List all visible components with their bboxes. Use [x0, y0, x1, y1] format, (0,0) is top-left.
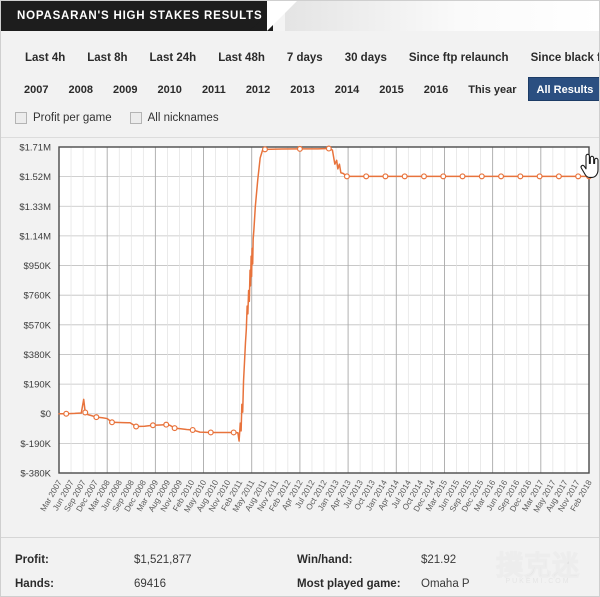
series-data-point-marker[interactable] — [382, 173, 389, 180]
series-data-point-marker[interactable] — [498, 173, 505, 180]
most-played-game-label: Most played game: — [297, 578, 401, 590]
page-title: NOPASARAN'S HIGH STAKES RESULTS — [17, 10, 263, 22]
chart-canvas[interactable]: $1.71M $1.52M $1.33M $1.14M $950K $760K $570K $… — [1, 139, 600, 537]
period-filter-last-24h[interactable]: Last 24h — [140, 45, 207, 69]
title-banner: NOPASARAN'S HIGH STAKES RESULTS — [1, 1, 599, 31]
y-axis-tick-label: $-190K — [20, 439, 51, 450]
period-filter-row: Last 4h Last 8h Last 24h Last 48h 7 days 30 d… — [1, 43, 599, 71]
x-axis-labels: Mar 2007Jun 2007Sep 2007Dec 2007Mar 2008… — [39, 478, 594, 514]
checkbox-profit-per-game[interactable] — [15, 112, 27, 124]
year-filter-all-results[interactable]: All Results — [527, 77, 599, 101]
year-filter-2016[interactable]: 2016 — [415, 77, 457, 101]
profit-label: Profit: — [15, 554, 49, 566]
year-filter-2013[interactable]: 2013 — [281, 77, 323, 101]
period-filter-7-days[interactable]: 7 days — [277, 45, 333, 69]
series-data-point-marker[interactable] — [189, 426, 196, 433]
year-filter-this-year[interactable]: This year — [459, 77, 525, 101]
series-data-point-marker[interactable] — [163, 421, 170, 428]
period-filter-since-ftp-relaunch[interactable]: Since ftp relaunch — [399, 45, 519, 69]
series-data-point-marker[interactable] — [459, 173, 466, 180]
filter-panel: Last 4h Last 8h Last 24h Last 48h 7 days 30 d… — [1, 31, 599, 138]
hands-label: Hands: — [15, 578, 54, 590]
year-filter-2008[interactable]: 2008 — [59, 77, 101, 101]
y-axis-tick-label: $1.33M — [19, 202, 51, 213]
series-data-point-marker[interactable] — [440, 173, 447, 180]
y-axis-tick-label: $1.14M — [19, 231, 51, 242]
series-data-point-marker[interactable] — [230, 429, 237, 436]
year-filter-row: 2007 2008 2009 2010 2011 2012 2013 2014 2015 2016… — [1, 75, 599, 103]
series-data-point-marker[interactable] — [108, 419, 115, 426]
winhand-label: Win/hand: — [297, 554, 353, 566]
winhand-value: $21.92 — [421, 554, 457, 566]
y-axis-tick-label: $380K — [24, 350, 52, 361]
year-filter-2009[interactable]: 2009 — [104, 77, 146, 101]
year-filter-2015[interactable]: 2015 — [370, 77, 412, 101]
year-filter-2014[interactable]: 2014 — [326, 77, 368, 101]
y-axis-tick-label: $760K — [24, 291, 52, 302]
watermark-subtext: PUKEMI.COM — [505, 578, 571, 585]
y-axis-labels: $1.71M $1.52M $1.33M $1.14M $950K $760K $570K $… — [19, 143, 51, 480]
year-filter-2011[interactable]: 2011 — [193, 77, 235, 101]
year-filter-2012[interactable]: 2012 — [237, 77, 279, 101]
series-data-point-marker[interactable] — [63, 410, 70, 417]
year-filter-2007[interactable]: 2007 — [15, 77, 57, 101]
series-data-point-marker[interactable] — [536, 173, 543, 180]
series-data-point-marker[interactable] — [261, 146, 268, 153]
y-axis-tick-label: $570K — [24, 320, 52, 331]
series-data-point-marker[interactable] — [420, 173, 427, 180]
y-axis-tick-label: $190K — [24, 380, 52, 391]
high-stakes-results-app: NOPASARAN'S HIGH STAKES RESULTS Last 4h L… — [0, 0, 600, 597]
period-filter-last-4h[interactable]: Last 4h — [15, 45, 75, 69]
y-axis-tick-label: $-380K — [20, 469, 51, 480]
option-checkbox-row: Profit per game All nicknames — [15, 107, 237, 129]
series-data-point-marker[interactable] — [555, 173, 562, 180]
year-filter-2010[interactable]: 2010 — [148, 77, 190, 101]
y-axis-tick-label: $950K — [24, 261, 52, 272]
y-axis-tick-label: $0 — [40, 409, 51, 420]
watermark-text: 撲克迷 — [496, 551, 580, 583]
series-data-point-marker[interactable] — [585, 173, 592, 180]
series-data-point-marker[interactable] — [207, 429, 214, 436]
series-data-point-marker[interactable] — [343, 173, 350, 180]
series-data-point-marker[interactable] — [133, 423, 140, 430]
series-data-point-marker[interactable] — [82, 409, 89, 416]
series-data-point-marker[interactable] — [478, 173, 485, 180]
y-axis-tick-label: $1.71M — [19, 143, 51, 154]
period-filter-30-days[interactable]: 30 days — [335, 45, 397, 69]
series-data-point-marker[interactable] — [296, 145, 303, 152]
results-chart[interactable]: $1.71M $1.52M $1.33M $1.14M $950K $760K $570K $… — [1, 139, 600, 537]
most-played-game-value: Omaha P — [421, 578, 470, 590]
checkbox-item-all-nicknames[interactable]: All nicknames — [129, 112, 219, 124]
checkbox-label-profit-per-game: Profit per game — [33, 112, 112, 124]
period-filter-since-black-friday[interactable]: Since black friday — [521, 45, 599, 69]
site-watermark: 撲克迷 PUKEMI.COM — [479, 540, 597, 596]
series-data-point-marker[interactable] — [363, 173, 370, 180]
stats-footer: Profit: $1,521,877 Hands: 69416 Win/hand… — [1, 537, 599, 596]
series-data-point-marker[interactable] — [325, 145, 332, 152]
hands-value: 69416 — [134, 578, 166, 590]
checkbox-all-nicknames[interactable] — [129, 112, 142, 124]
series-data-point-marker[interactable] — [517, 173, 524, 180]
period-filter-last-8h[interactable]: Last 8h — [77, 45, 137, 69]
banner-diagonal-light — [267, 1, 297, 31]
series-data-point-marker[interactable] — [401, 173, 408, 180]
profit-value: $1,521,877 — [134, 554, 192, 566]
series-data-point-marker[interactable] — [575, 173, 582, 180]
y-axis-tick-label: $1.52M — [19, 172, 51, 183]
period-filter-last-48h[interactable]: Last 48h — [208, 45, 275, 69]
series-data-point-marker[interactable] — [93, 414, 100, 421]
checkbox-label-all-nicknames: All nicknames — [147, 112, 219, 124]
series-data-point-marker[interactable] — [149, 422, 156, 429]
banner-gradient-block — [285, 1, 599, 31]
checkbox-item-profit-per-game[interactable]: Profit per game — [15, 112, 112, 124]
series-data-point-marker[interactable] — [171, 425, 178, 432]
